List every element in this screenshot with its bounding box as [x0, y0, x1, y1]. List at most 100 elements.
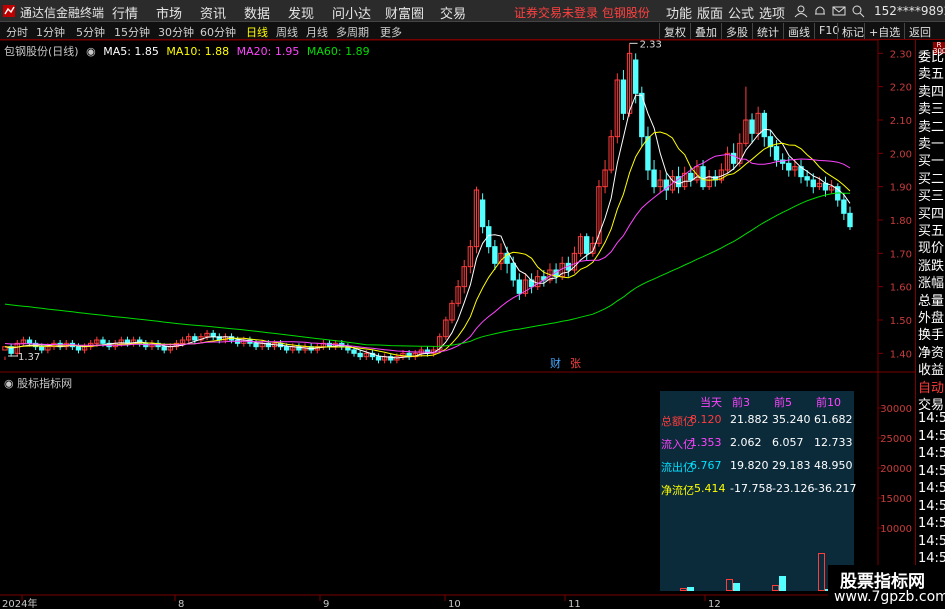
menu-function[interactable]: 功能 [666, 3, 692, 22]
stats-button[interactable]: 统计 [752, 23, 783, 39]
y-tick-label: 1.50 [890, 316, 912, 327]
sub-y-tick-label: 10000 [880, 524, 912, 535]
menu-formula[interactable]: 公式 [728, 3, 754, 22]
sidebar-item[interactable]: 14:56 [918, 429, 945, 444]
sidebar-item[interactable]: 买四 [918, 203, 944, 222]
login-alert[interactable]: 证券交易未登录 包钢股份 [514, 4, 650, 21]
y-tick-label: 2.00 [890, 149, 912, 160]
sidebar-item[interactable]: 外盘 [918, 307, 944, 326]
tab-60min[interactable]: 60分钟 [200, 24, 236, 40]
app-logo-icon [3, 5, 15, 17]
sidebar-item[interactable]: 自动 [918, 377, 944, 396]
tab-multi-period[interactable]: 多周期 [336, 24, 369, 40]
sidebar-item[interactable]: 14:56 [918, 411, 945, 426]
tab-weekly[interactable]: 周线 [276, 24, 298, 40]
back-button[interactable]: 返回 [904, 23, 935, 39]
table-header: 前3 [732, 396, 750, 409]
sidebar-item[interactable]: 买三 [918, 185, 944, 204]
table-cell: 6.767 [690, 459, 722, 472]
draw-button[interactable]: 画线 [783, 23, 814, 39]
sidebar-item[interactable]: 14:56 [918, 481, 945, 496]
sidebar-item[interactable]: 14:56 [918, 464, 945, 479]
menu-discover[interactable]: 发现 [288, 3, 314, 22]
candle-body [584, 236, 590, 254]
sidebar-item[interactable]: 委比 [918, 46, 944, 65]
menu-data[interactable]: 数据 [244, 3, 270, 22]
menu-options[interactable]: 选项 [759, 3, 785, 22]
sidebar-item[interactable]: 交易 [918, 394, 944, 413]
eye-icon[interactable]: ◉ [86, 45, 96, 58]
menu-layout[interactable]: 版面 [697, 3, 723, 22]
tab-timeshare[interactable]: 分时 [6, 24, 28, 40]
menu-wealth-circle[interactable]: 财富圈 [385, 3, 424, 22]
sidebar-item[interactable]: 卖一 [918, 133, 944, 152]
table-cell: 12.733 [814, 436, 853, 449]
candle-body [804, 176, 810, 181]
app-title: 通达信金融终端 [20, 6, 105, 20]
sidebar-item[interactable]: 买一 [918, 150, 944, 169]
tab-1min[interactable]: 1分钟 [36, 24, 65, 40]
sidebar-item[interactable]: 买二 [918, 168, 944, 187]
sidebar-item[interactable]: 收益 [918, 359, 944, 378]
eye-icon[interactable]: ◉ [4, 377, 14, 390]
menu-market[interactable]: 市场 [156, 3, 182, 22]
search-icon[interactable] [851, 4, 865, 18]
bell-icon[interactable] [813, 4, 827, 18]
sidebar-item[interactable]: 14:56 [918, 516, 945, 531]
user-icon[interactable] [794, 4, 808, 18]
sidebar-item[interactable]: 卖五 [918, 63, 944, 82]
sidebar-item[interactable]: 卖三 [918, 98, 944, 117]
menu-trade[interactable]: 交易 [440, 3, 466, 22]
money-flow-table: 当天 前3 前5 前10 总额亿 8.120 21.882 35.240 61.682 流入亿 1.… [660, 391, 856, 591]
add-watchlist-button[interactable]: +自选 [864, 23, 904, 39]
sidebar-item[interactable]: 换手 [918, 324, 944, 343]
sidebar-item[interactable]: 卖四 [918, 81, 944, 100]
message-icon[interactable] [832, 4, 846, 18]
table-cell: 19.820 [730, 459, 769, 472]
menu-ask[interactable]: 问小达 [332, 3, 371, 22]
sidebar-item[interactable]: 14:56 [918, 534, 945, 549]
flow-bar-red [680, 588, 687, 591]
candle-body [192, 336, 198, 341]
flow-bar-red [726, 579, 733, 591]
menu-market-quotes[interactable]: 行情 [112, 3, 138, 22]
candle-body [645, 136, 651, 171]
overlay-button[interactable]: 叠加 [690, 23, 721, 39]
multi-stock-button[interactable]: 多股 [721, 23, 752, 39]
tab-more[interactable]: 更多 [380, 24, 402, 40]
candle-body [357, 352, 363, 358]
tab-5min[interactable]: 5分钟 [76, 24, 105, 40]
tab-daily[interactable]: 日线 [246, 24, 268, 40]
candle-body [100, 339, 106, 344]
ma5-value: MA5: 1.85 [103, 45, 159, 58]
menu-news[interactable]: 资讯 [200, 3, 226, 22]
tab-15min[interactable]: 15分钟 [114, 24, 150, 40]
x-tick-label: 2024年 [2, 597, 37, 609]
table-cell: 6.057 [772, 436, 804, 449]
sidebar-item[interactable]: 总量 [918, 290, 944, 309]
tab-monthly[interactable]: 月线 [306, 24, 328, 40]
sidebar-item[interactable]: 涨幅 [918, 272, 944, 291]
adjust-button[interactable]: 复权 [659, 23, 690, 39]
sidebar-item[interactable]: 14:56 [918, 499, 945, 514]
sidebar-item[interactable]: 卖二 [918, 116, 944, 135]
candle-body [516, 279, 523, 294]
sub-y-tick-label: 25000 [880, 434, 912, 445]
candle-body [761, 112, 767, 138]
tab-30min[interactable]: 30分钟 [158, 24, 194, 40]
y-tick-label: 1.90 [890, 183, 912, 194]
table-header: 前10 [816, 396, 841, 409]
sidebar-item[interactable]: 净资 [918, 342, 944, 361]
sidebar-item[interactable]: 买五 [918, 220, 944, 239]
sidebar-item[interactable]: 现价 [918, 237, 944, 256]
sidebar-item[interactable]: 涨跌 [918, 255, 944, 274]
candle-body [283, 346, 290, 351]
flow-bar-red [818, 553, 825, 591]
high-price-label: 2.33 [640, 40, 662, 50]
candle-body [688, 172, 694, 181]
sidebar-item[interactable]: 14:56 [918, 446, 945, 461]
table-cell: 35.240 [772, 413, 811, 426]
candle-body [841, 199, 847, 214]
account-number[interactable]: 152****9892 [874, 4, 945, 18]
candle-body [39, 346, 45, 351]
